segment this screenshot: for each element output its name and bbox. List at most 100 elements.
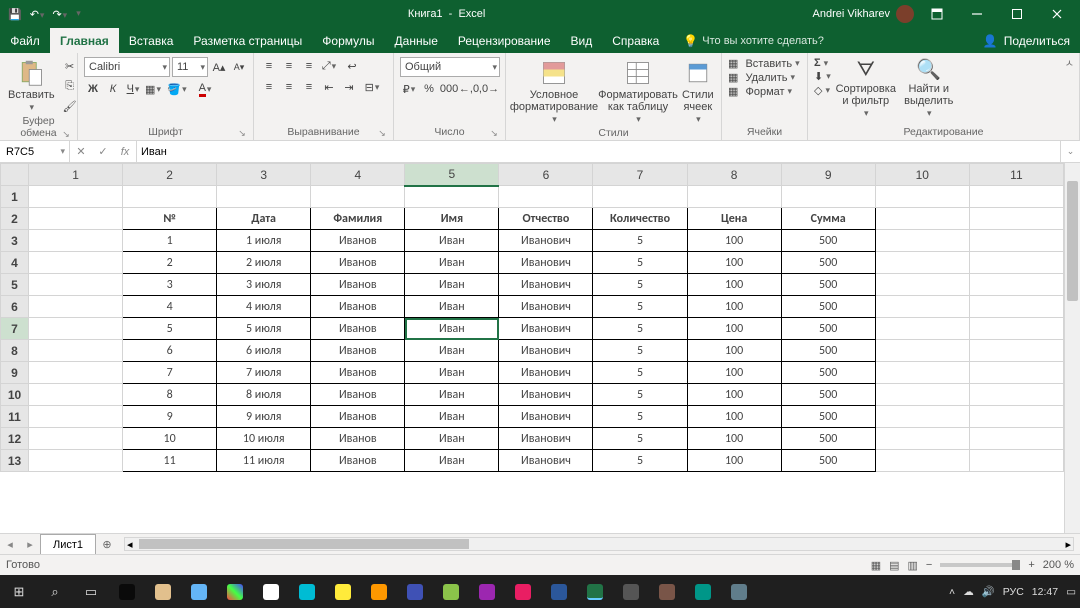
cell[interactable] bbox=[29, 208, 123, 230]
cell[interactable]: 5 bbox=[593, 428, 687, 450]
cell[interactable]: 5 bbox=[593, 362, 687, 384]
col-header[interactable]: 4 bbox=[311, 164, 405, 186]
tab-Вставка[interactable]: Вставка bbox=[119, 28, 184, 53]
cell[interactable]: Отчество bbox=[499, 208, 593, 230]
row-header[interactable]: 8 bbox=[1, 340, 29, 362]
cell[interactable]: 1 июля bbox=[217, 230, 311, 252]
cell[interactable] bbox=[969, 362, 1063, 384]
cut-icon[interactable]: ✂ bbox=[61, 57, 79, 75]
cell[interactable]: 2 июля bbox=[217, 252, 311, 274]
save-icon[interactable]: 💾 bbox=[8, 8, 22, 21]
accounting-icon[interactable]: ₽▾ bbox=[400, 80, 418, 98]
cell[interactable]: 100 bbox=[687, 450, 781, 472]
cell[interactable] bbox=[29, 186, 123, 208]
cell[interactable]: Иван bbox=[405, 296, 499, 318]
row-header[interactable]: 5 bbox=[1, 274, 29, 296]
col-header[interactable]: 1 bbox=[29, 164, 123, 186]
taskbar-app[interactable] bbox=[688, 579, 718, 605]
zoom-out-icon[interactable]: − bbox=[926, 559, 932, 571]
taskbar-app[interactable] bbox=[328, 579, 358, 605]
col-header[interactable]: 7 bbox=[593, 164, 687, 186]
cell[interactable]: 500 bbox=[781, 428, 875, 450]
cell[interactable]: 500 bbox=[781, 318, 875, 340]
close-icon[interactable] bbox=[1040, 0, 1074, 28]
cell[interactable]: 8 июля bbox=[217, 384, 311, 406]
number-launcher-icon[interactable]: ↘ bbox=[489, 128, 499, 138]
cell[interactable]: Иванов bbox=[311, 428, 405, 450]
cell[interactable]: 6 июля bbox=[217, 340, 311, 362]
cell[interactable]: Иванов bbox=[311, 340, 405, 362]
cell[interactable]: 6 bbox=[123, 340, 217, 362]
cell[interactable] bbox=[875, 296, 969, 318]
cell[interactable]: 11 июля bbox=[217, 450, 311, 472]
taskbar-app[interactable] bbox=[292, 579, 322, 605]
shrink-font-icon[interactable]: A▾ bbox=[230, 58, 248, 76]
minimize-icon[interactable] bbox=[960, 0, 994, 28]
cell[interactable] bbox=[29, 296, 123, 318]
cell[interactable] bbox=[875, 186, 969, 208]
cell[interactable] bbox=[29, 318, 123, 340]
col-header[interactable]: 2 bbox=[123, 164, 217, 186]
view-normal-icon[interactable]: ▦ bbox=[871, 559, 881, 572]
cell[interactable]: 5 bbox=[593, 318, 687, 340]
row-header[interactable]: 6 bbox=[1, 296, 29, 318]
collapse-ribbon-icon[interactable]: ㅅ bbox=[1065, 55, 1074, 70]
align-middle-icon[interactable]: ≡ bbox=[280, 57, 298, 75]
task-view-icon[interactable]: ▭ bbox=[76, 579, 106, 605]
cell[interactable]: Иванович bbox=[499, 450, 593, 472]
cell[interactable] bbox=[875, 230, 969, 252]
insert-cells-button[interactable]: ▦ Вставить▾ bbox=[728, 57, 800, 70]
cell[interactable]: Имя bbox=[405, 208, 499, 230]
fx-icon[interactable]: fx bbox=[114, 146, 136, 158]
cell[interactable]: Иван bbox=[405, 406, 499, 428]
cell[interactable] bbox=[969, 208, 1063, 230]
cell[interactable] bbox=[123, 186, 217, 208]
cell[interactable]: 3 июля bbox=[217, 274, 311, 296]
cell[interactable]: Иван bbox=[405, 318, 499, 340]
cell[interactable] bbox=[969, 384, 1063, 406]
cell[interactable]: Иван bbox=[405, 274, 499, 296]
indent-increase-icon[interactable]: ⇥ bbox=[340, 78, 358, 96]
cell[interactable]: Иванов bbox=[311, 274, 405, 296]
cell[interactable]: Иван bbox=[405, 450, 499, 472]
cell-styles-button[interactable]: Стили ячеек▾ bbox=[680, 57, 716, 127]
format-as-table-button[interactable]: Форматировать как таблицу▾ bbox=[600, 57, 676, 127]
cell[interactable]: 11 bbox=[123, 450, 217, 472]
cell[interactable] bbox=[217, 186, 311, 208]
find-select-button[interactable]: 🔍Найти и выделить▾ bbox=[901, 57, 957, 121]
cell[interactable]: 5 bbox=[123, 318, 217, 340]
cell[interactable] bbox=[29, 428, 123, 450]
user-name[interactable]: Andrei Vikharev bbox=[813, 8, 890, 20]
expand-formula-bar-icon[interactable]: ⌄ bbox=[1060, 141, 1080, 162]
cell[interactable]: Иванович bbox=[499, 384, 593, 406]
cell[interactable]: 5 июля bbox=[217, 318, 311, 340]
cell[interactable] bbox=[687, 186, 781, 208]
cell[interactable]: Иванов bbox=[311, 406, 405, 428]
tab-Данные[interactable]: Данные bbox=[385, 28, 448, 53]
cell[interactable]: 1 bbox=[123, 230, 217, 252]
add-sheet-icon[interactable]: ⊕ bbox=[96, 538, 118, 551]
cell[interactable]: Иван bbox=[405, 230, 499, 252]
cell[interactable]: 10 bbox=[123, 428, 217, 450]
cell[interactable]: 5 bbox=[593, 340, 687, 362]
cell[interactable]: 100 bbox=[687, 362, 781, 384]
cell[interactable] bbox=[969, 274, 1063, 296]
conditional-formatting-button[interactable]: Условное форматирование▾ bbox=[512, 57, 596, 127]
paste-button[interactable]: Вставить▾ bbox=[6, 57, 57, 115]
cell[interactable] bbox=[875, 450, 969, 472]
autosum-button[interactable]: Σ▾ bbox=[814, 57, 831, 69]
cell[interactable]: Цена bbox=[687, 208, 781, 230]
view-layout-icon[interactable]: ▤ bbox=[889, 559, 899, 572]
select-all-corner[interactable] bbox=[1, 164, 29, 186]
cell[interactable]: 500 bbox=[781, 450, 875, 472]
cell[interactable] bbox=[875, 362, 969, 384]
taskbar-app[interactable] bbox=[508, 579, 538, 605]
tell-me-input[interactable] bbox=[702, 35, 852, 47]
row-header[interactable]: 10 bbox=[1, 384, 29, 406]
cell[interactable]: Иванович bbox=[499, 252, 593, 274]
cell[interactable]: № bbox=[123, 208, 217, 230]
cell[interactable]: 100 bbox=[687, 318, 781, 340]
cell[interactable]: 100 bbox=[687, 230, 781, 252]
cell[interactable]: 5 bbox=[593, 252, 687, 274]
cell[interactable] bbox=[969, 406, 1063, 428]
